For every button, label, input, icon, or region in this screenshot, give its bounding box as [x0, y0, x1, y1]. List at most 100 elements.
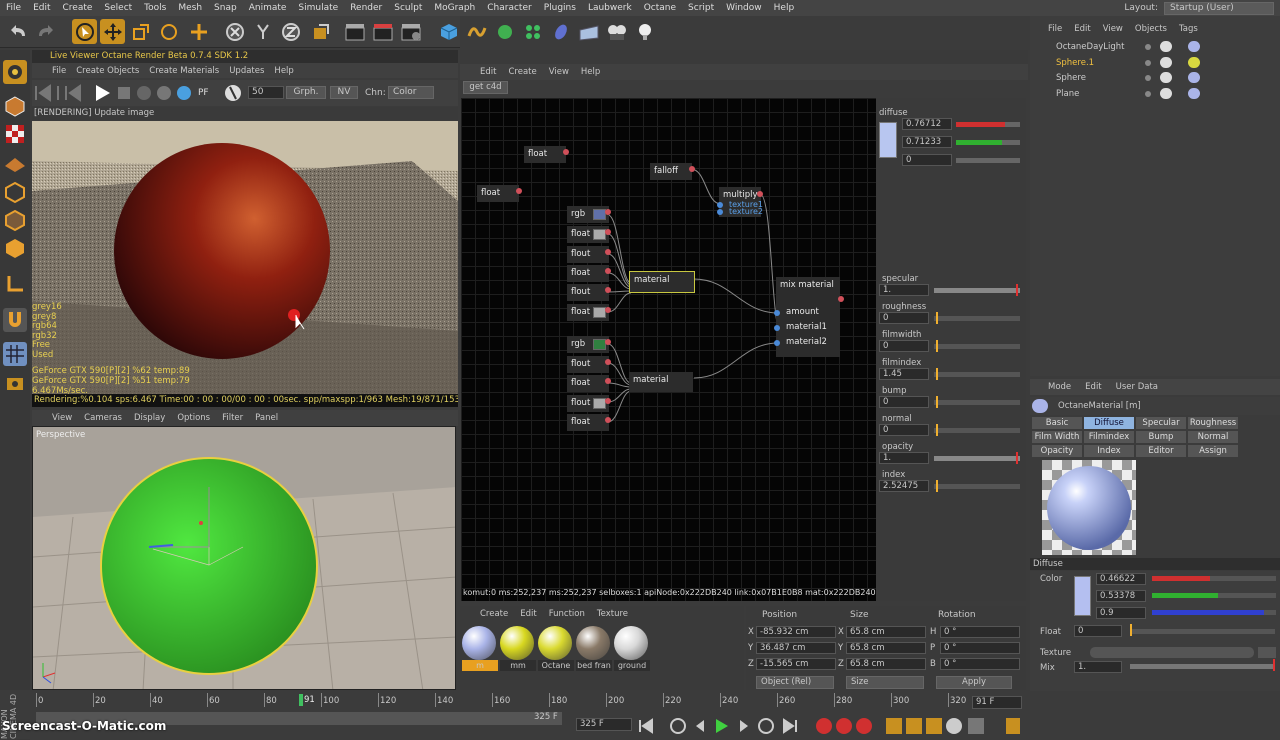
vp-menu-view[interactable]: View: [52, 413, 72, 423]
tab-index[interactable]: Index: [1084, 445, 1134, 457]
lock-workplane-icon[interactable]: [3, 370, 27, 394]
model-mode-icon[interactable]: [3, 94, 27, 118]
diffuse-channel-field[interactable]: 0: [902, 154, 952, 166]
menu-create[interactable]: Create: [63, 3, 93, 13]
menu-select[interactable]: Select: [104, 3, 132, 13]
size-field[interactable]: 65.8 cm: [846, 658, 926, 670]
menu-mesh[interactable]: Mesh: [178, 3, 202, 13]
grid-snap-icon[interactable]: [3, 342, 27, 366]
axis-mode-icon[interactable]: [3, 272, 27, 296]
object-row[interactable]: Sphere.1: [1042, 56, 1127, 70]
node-multiply[interactable]: multiply texture1 texture2: [719, 187, 763, 217]
obj-menu-edit[interactable]: Edit: [1074, 24, 1090, 34]
nv-button[interactable]: NV: [330, 86, 358, 99]
render-picture-viewer-icon[interactable]: [370, 19, 395, 44]
material-swatch[interactable]: m: [462, 626, 498, 672]
menu-edit[interactable]: Edit: [33, 3, 50, 13]
object-visibility-icon[interactable]: [1145, 44, 1151, 50]
menu-window[interactable]: Window: [726, 3, 762, 13]
node-output-port[interactable]: [757, 191, 763, 197]
node-float4[interactable]: float: [567, 265, 609, 282]
obj-menu-tags[interactable]: Tags: [1179, 24, 1198, 34]
current-frame-field[interactable]: 91 F: [972, 696, 1022, 709]
deformer-icon[interactable]: [548, 19, 573, 44]
menu-laubwerk[interactable]: Laubwerk: [588, 3, 632, 13]
magnet-icon[interactable]: [3, 308, 27, 332]
playhead[interactable]: [299, 694, 303, 706]
ne-menu-edit[interactable]: Edit: [480, 67, 496, 77]
vp-menu-cameras[interactable]: Cameras: [84, 413, 122, 423]
node-mix-material[interactable]: mix material amount material1 material2: [776, 277, 840, 357]
prop-opacity-field[interactable]: 1.: [879, 452, 929, 464]
object-tag-icon[interactable]: [1160, 41, 1172, 52]
prop-normal-field[interactable]: 0: [879, 424, 929, 436]
coordinate-mode-dropdown[interactable]: Object (Rel): [756, 676, 834, 689]
texture-more-button[interactable]: [1258, 647, 1276, 658]
diffuse-color-swatch-attr[interactable]: [1074, 576, 1091, 616]
menu-help[interactable]: Help: [774, 3, 795, 13]
prop-filmindex-field[interactable]: 1.45: [879, 368, 929, 380]
menu-mograph[interactable]: MoGraph: [434, 3, 475, 13]
add-tool-icon[interactable]: [186, 19, 211, 44]
ne-menu-view[interactable]: View: [549, 67, 569, 77]
prop-roughness-slider[interactable]: [934, 316, 1020, 321]
diffuse-channel-field[interactable]: 0.71233: [902, 136, 952, 148]
prop-bump-field[interactable]: 0: [879, 396, 929, 408]
position-field[interactable]: -85.932 cm: [756, 626, 836, 638]
cube-object-icon[interactable]: [436, 19, 461, 44]
menu-simulate[interactable]: Simulate: [298, 3, 338, 13]
node-flout3[interactable]: flout: [567, 356, 609, 373]
rotation-field[interactable]: 0 °: [940, 658, 1020, 670]
mix-field[interactable]: 1.: [1074, 661, 1122, 673]
menu-animate[interactable]: Animate: [249, 3, 287, 13]
object-row[interactable]: Plane: [1042, 87, 1127, 101]
object-visibility-icon[interactable]: [1145, 75, 1151, 81]
tab-bump[interactable]: Bump: [1136, 431, 1186, 443]
attr-menu-edit[interactable]: Edit: [1085, 382, 1101, 392]
tab-normal[interactable]: Normal: [1188, 431, 1238, 443]
attr-menu-user-data[interactable]: User Data: [1116, 382, 1158, 392]
menu-script[interactable]: Script: [688, 3, 714, 13]
float-field[interactable]: 0: [1074, 625, 1122, 637]
node-material-1[interactable]: material: [629, 271, 695, 293]
lv-menu-file[interactable]: File: [52, 66, 66, 76]
node-flout1[interactable]: flout: [567, 246, 609, 263]
texture-slot[interactable]: [1090, 647, 1254, 658]
viewer-options-icons[interactable]: [136, 84, 206, 102]
menu-render[interactable]: Render: [350, 3, 382, 13]
object-tag-icon[interactable]: [1160, 56, 1172, 68]
rotation-field[interactable]: 0 °: [940, 626, 1020, 638]
spp-field[interactable]: 50: [248, 86, 284, 99]
menu-plugins[interactable]: Plugins: [544, 3, 576, 13]
transport-controls[interactable]: [636, 716, 1026, 736]
vp-menu-panel[interactable]: Panel: [255, 413, 278, 423]
texture-mode-icon[interactable]: [3, 122, 27, 146]
spline-icon[interactable]: [464, 19, 489, 44]
node-float-1[interactable]: float: [524, 146, 566, 163]
node-output-port[interactable]: [605, 287, 611, 293]
material-swatch[interactable]: mm: [500, 626, 536, 672]
prop-filmwidth-slider[interactable]: [934, 344, 1020, 349]
object-tag-icon[interactable]: [1160, 72, 1172, 83]
node-falloff[interactable]: falloff: [650, 163, 692, 180]
mat-menu-texture[interactable]: Texture: [597, 609, 628, 619]
color-channel-field[interactable]: 0.9: [1096, 607, 1146, 619]
lv-menu-updates[interactable]: Updates: [229, 66, 264, 76]
light-icon[interactable]: [632, 19, 657, 44]
render-settings-icon[interactable]: [398, 19, 423, 44]
floor-environment-icon[interactable]: [576, 19, 601, 44]
undo-icon[interactable]: [6, 19, 31, 44]
position-field[interactable]: -15.565 cm: [756, 658, 836, 670]
mat-menu-create[interactable]: Create: [480, 609, 508, 619]
tab-assign[interactable]: Assign: [1188, 445, 1238, 457]
node-output-port[interactable]: [605, 209, 611, 215]
object-material-tag-icon[interactable]: [1188, 72, 1200, 83]
node-output-port[interactable]: [605, 268, 611, 274]
menu-octane[interactable]: Octane: [644, 3, 676, 13]
node-output-port[interactable]: [516, 188, 522, 194]
diffuse-channel-field[interactable]: 0.76712: [902, 118, 952, 130]
channel-dropdown[interactable]: Color: [388, 86, 434, 99]
node-input-port[interactable]: [717, 209, 723, 215]
color-channel-field[interactable]: 0.53378: [1096, 590, 1146, 602]
end-frame-field[interactable]: 325 F: [576, 718, 632, 731]
